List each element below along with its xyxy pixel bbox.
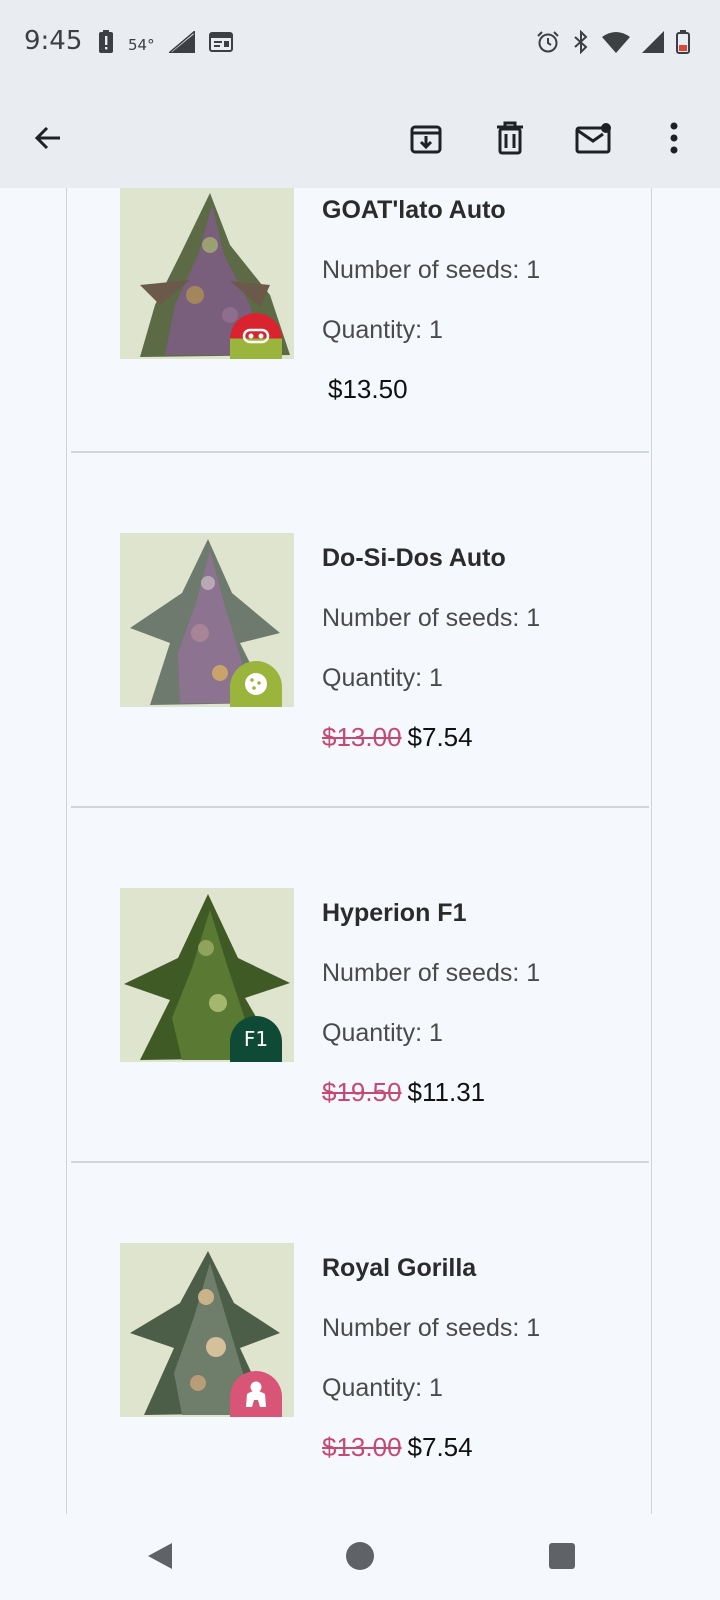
recents-square-icon: [549, 1543, 575, 1569]
mark-unread-button[interactable]: [570, 114, 618, 162]
goat-mask-icon: [230, 313, 282, 359]
order-item: F1 Hyperion F1 Number of seeds: 1 Quanti…: [67, 808, 653, 1163]
nav-home-button[interactable]: [340, 1536, 380, 1576]
number-of-seeds: Number of seeds: 1: [322, 604, 541, 632]
f1-badge-icon: F1: [230, 1016, 282, 1062]
nav-back-button[interactable]: [140, 1536, 180, 1576]
order-item: Royal Gorilla Number of seeds: 1 Quantit…: [67, 1163, 653, 1514]
old-price: $19.50: [322, 1077, 402, 1107]
alert-battery-icon: [98, 30, 114, 59]
bluetooth-icon: [572, 29, 590, 59]
more-options-button[interactable]: [650, 114, 698, 162]
item-details: Hyperion F1 Number of seeds: 1 Quantity:…: [322, 898, 540, 1107]
cookie-icon: [230, 661, 282, 707]
back-triangle-icon: [148, 1543, 172, 1569]
item-details: GOAT'lato Auto Number of seeds: 1 Quanti…: [322, 195, 540, 404]
quantity: Quantity: 1: [322, 664, 443, 692]
product-image[interactable]: F1: [120, 888, 294, 1062]
battery-low-icon: [676, 30, 690, 59]
price: $13.00 $7.54: [322, 1432, 540, 1462]
back-arrow-icon: [34, 126, 60, 150]
order-item: Do-Si-Dos Auto Number of seeds: 1 Quanti…: [67, 453, 653, 808]
old-price: $13.00: [322, 722, 402, 752]
item-details: Do-Si-Dos Auto Number of seeds: 1 Quanti…: [322, 543, 540, 752]
delete-icon: [497, 121, 523, 155]
product-name[interactable]: Do-Si-Dos Auto: [322, 543, 540, 573]
cell-signal-icon: [642, 31, 664, 58]
current-price: $7.54: [407, 722, 473, 752]
product-name[interactable]: GOAT'lato Auto: [322, 195, 540, 225]
email-body[interactable]: GOAT'lato Auto Number of seeds: 1 Quanti…: [0, 188, 720, 1514]
order-items-card: GOAT'lato Auto Number of seeds: 1 Quanti…: [66, 188, 652, 1514]
quantity: Quantity: 1: [322, 316, 443, 344]
no-signal-icon: [168, 30, 196, 58]
status-time: 9:45: [24, 26, 83, 56]
home-circle-icon: [346, 1542, 374, 1570]
number-of-seeds: Number of seeds: 1: [322, 256, 541, 284]
more-vert-icon: [670, 122, 678, 154]
status-temperature: 54°: [128, 35, 155, 54]
product-image[interactable]: [120, 188, 294, 359]
order-item: GOAT'lato Auto Number of seeds: 1 Quanti…: [67, 188, 653, 453]
nav-recents-button[interactable]: [542, 1536, 582, 1576]
price: $19.50 $11.31: [322, 1077, 540, 1107]
quantity: Quantity: 1: [322, 1374, 443, 1402]
wifi-icon: [602, 31, 630, 58]
archive-icon: [410, 125, 442, 154]
current-price: $11.31: [407, 1077, 486, 1107]
status-right-icons: [536, 29, 690, 59]
status-bar: 9:45 54°: [0, 0, 720, 88]
product-name[interactable]: Hyperion F1: [322, 898, 540, 928]
current-price: $7.54: [407, 1432, 473, 1462]
product-image[interactable]: [120, 1243, 294, 1417]
product-image[interactable]: [120, 533, 294, 707]
number-of-seeds: Number of seeds: 1: [322, 959, 541, 987]
app-bar: [0, 88, 720, 188]
price: $13.00 $7.54: [322, 722, 540, 752]
mark-unread-icon: [575, 123, 611, 154]
current-price: $13.50: [328, 374, 408, 404]
delete-button[interactable]: [486, 114, 534, 162]
old-price: $13.00: [322, 1432, 402, 1462]
item-details: Royal Gorilla Number of seeds: 1 Quantit…: [322, 1253, 540, 1462]
quantity: Quantity: 1: [322, 1019, 443, 1047]
calendar-icon: [208, 32, 233, 57]
status-left-icons: 54°: [98, 30, 233, 59]
archive-button[interactable]: [402, 114, 450, 162]
alarm-icon: [536, 30, 560, 59]
back-button[interactable]: [24, 114, 72, 162]
price: $13.50: [322, 374, 540, 404]
product-name[interactable]: Royal Gorilla: [322, 1253, 540, 1283]
system-nav-bar: [0, 1514, 720, 1600]
gorilla-icon: [230, 1371, 282, 1417]
number-of-seeds: Number of seeds: 1: [322, 1314, 541, 1342]
